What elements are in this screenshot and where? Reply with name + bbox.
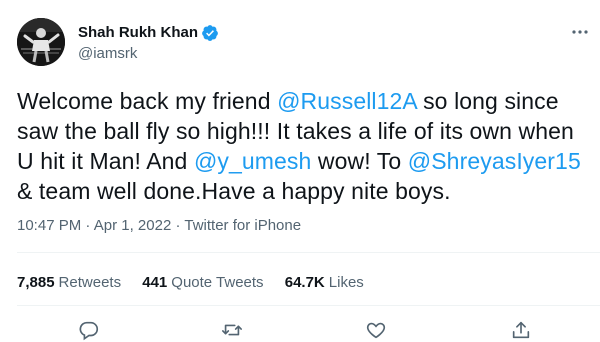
tweet-time[interactable]: 10:47 PM: [17, 217, 81, 234]
reply-icon[interactable]: [77, 318, 101, 342]
tweet-text: Welcome back my friend @Russell12A so lo…: [17, 86, 587, 206]
divider: [17, 305, 600, 306]
share-icon[interactable]: [509, 318, 533, 342]
divider: [17, 252, 600, 253]
display-name[interactable]: Shah Rukh Khan: [78, 23, 198, 43]
likes-label: Likes: [328, 274, 364, 291]
verified-badge-icon: [201, 24, 219, 42]
tweet-text-segment: wow! To: [311, 148, 408, 174]
meta-separator: ·: [81, 217, 94, 234]
retweet-icon[interactable]: [220, 318, 244, 342]
tweet-card: Shah Rukh Khan @iamsrk Welcome back my f…: [0, 0, 600, 342]
retweets-count: 7,885: [17, 274, 55, 291]
handle[interactable]: @iamsrk: [78, 44, 219, 64]
heart-icon[interactable]: [364, 318, 388, 342]
name-row: Shah Rukh Khan: [78, 23, 219, 43]
retweets-stat[interactable]: 7,885 Retweets: [17, 273, 121, 293]
quotes-label: Quote Tweets: [171, 274, 264, 291]
avatar[interactable]: [17, 18, 65, 66]
quote-tweets-stat[interactable]: 441 Quote Tweets: [142, 273, 263, 293]
tweet-meta: 10:47 PM · Apr 1, 2022 · Twitter for iPh…: [17, 216, 301, 236]
action-bar: [0, 318, 600, 342]
tweet-date[interactable]: Apr 1, 2022: [94, 217, 172, 234]
more-dots-icon[interactable]: [568, 22, 592, 42]
meta-separator: ·: [171, 217, 185, 234]
engagement-stats: 7,885 Retweets 441 Quote Tweets 64.7K Likes: [17, 273, 381, 293]
mention-link[interactable]: @Russell12A: [277, 88, 417, 114]
tweet-source[interactable]: Twitter for iPhone: [184, 217, 301, 234]
avatar-photo: [17, 18, 65, 66]
likes-stat[interactable]: 64.7K Likes: [285, 273, 364, 293]
tweet-text-segment: Welcome back my friend: [17, 88, 278, 114]
mention-link[interactable]: @y_umesh: [194, 148, 311, 174]
quotes-count: 441: [142, 274, 168, 291]
retweets-label: Retweets: [58, 274, 122, 291]
author-block: Shah Rukh Khan @iamsrk: [78, 23, 219, 64]
tweet-text-segment: & team well done.Have a happy nite boys.: [17, 178, 451, 204]
mention-link[interactable]: @ShreyasIyer15: [408, 148, 581, 174]
likes-count: 64.7K: [284, 274, 325, 291]
